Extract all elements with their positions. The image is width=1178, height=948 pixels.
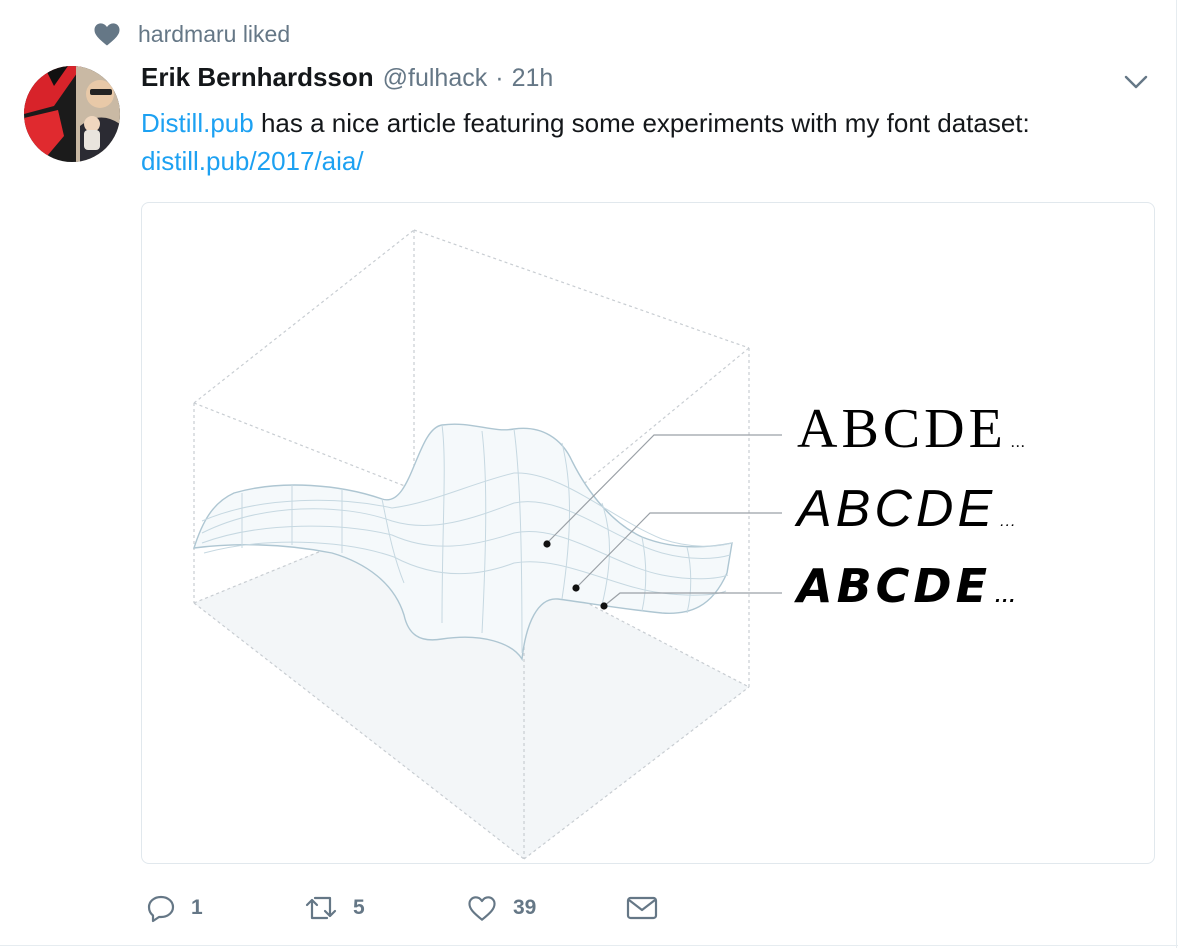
font-sample-letters-2: ABCDE <box>797 480 997 538</box>
latent-point-2 <box>572 584 580 592</box>
social-context-label: hardmaru liked <box>138 20 291 47</box>
tweet-card[interactable]: hardmaru liked Erik Bernhardsson @fulhac… <box>0 0 1178 948</box>
timeline-border-right <box>1176 0 1177 948</box>
retweet-button[interactable]: 5 <box>303 892 365 924</box>
font-sample-row-3: ABCDE... <box>797 559 1016 613</box>
font-sample-ellipsis-2: ... <box>1000 513 1017 530</box>
font-sample-letters-3: ABCDE <box>797 559 992 613</box>
tweet-body-text: has a nice article featuring some experi… <box>253 108 1030 138</box>
reply-icon <box>147 895 175 923</box>
author-handle[interactable]: @fulhack <box>383 64 488 93</box>
avatar-image <box>24 66 120 162</box>
heart-icon <box>94 23 120 46</box>
tweet-text: Distill.pub has a nice article featuring… <box>141 104 1151 180</box>
heart-outline-icon <box>468 896 496 921</box>
header-separator: · <box>495 64 504 92</box>
social-context: hardmaru liked <box>92 18 290 50</box>
reply-count: 1 <box>191 896 203 919</box>
like-button[interactable]: 39 <box>465 892 536 924</box>
font-sample-row-2: ABCDE... <box>797 479 1017 539</box>
envelope-icon <box>626 896 658 920</box>
distill-link[interactable]: Distill.pub <box>141 108 254 138</box>
latent-point-1 <box>543 540 551 548</box>
retweet-icon <box>305 896 337 920</box>
avatar[interactable] <box>24 66 120 162</box>
font-sample-ellipsis-3: ... <box>995 587 1017 606</box>
direct-message-button[interactable] <box>625 892 659 924</box>
font-sample-ellipsis-1: ... <box>1010 434 1026 451</box>
tweet-header: Erik Bernhardsson @fulhack · 21h <box>141 62 553 100</box>
font-sample-letters-1: ABCDE <box>797 398 1007 460</box>
font-sample-row-1: ABCDE... <box>797 397 1026 461</box>
tweet-timestamp[interactable]: 21h <box>512 64 554 93</box>
timeline-border-bottom <box>0 945 1178 946</box>
latent-point-3 <box>600 602 608 610</box>
author-name[interactable]: Erik Bernhardsson <box>141 62 374 93</box>
chevron-down-icon[interactable] <box>1120 66 1152 98</box>
retweet-count: 5 <box>353 896 365 919</box>
like-count: 39 <box>513 896 537 919</box>
article-link[interactable]: distill.pub/2017/aia/ <box>141 146 364 176</box>
reply-button[interactable]: 1 <box>145 892 203 924</box>
tweet-media-image[interactable]: ABCDE... ABCDE... ABCDE... <box>141 202 1155 864</box>
